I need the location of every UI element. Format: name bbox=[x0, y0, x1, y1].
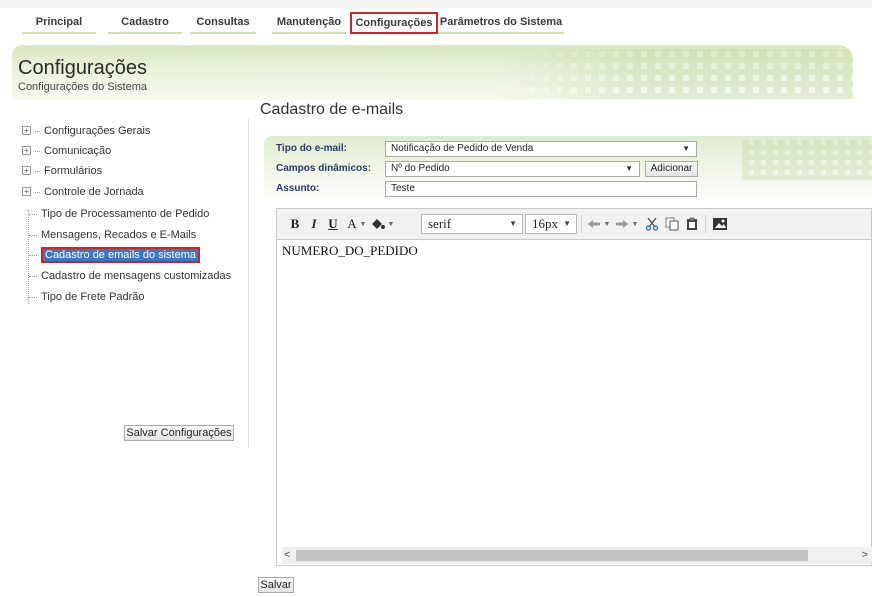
font-family-value: serif bbox=[428, 216, 452, 231]
font-size-value: 16px bbox=[532, 216, 558, 231]
chevron-down-icon: ▼ bbox=[509, 219, 517, 228]
sidebar-item-label: Cadastro de emails do sistema bbox=[41, 247, 201, 263]
sidebar-tree: Configurações Gerais Comunicação Formulá… bbox=[22, 118, 250, 458]
tab-cadastro[interactable]: Cadastro bbox=[108, 12, 182, 34]
redo-icon[interactable] bbox=[613, 215, 631, 233]
scrollbar-thumb[interactable] bbox=[296, 550, 808, 561]
expand-icon[interactable] bbox=[22, 125, 31, 135]
font-size-select[interactable]: 16px ▼ bbox=[525, 214, 577, 234]
subject-input[interactable]: Teste bbox=[385, 181, 697, 197]
page-title: Configurações bbox=[18, 57, 147, 79]
highlight-color-icon[interactable] bbox=[369, 215, 387, 233]
expand-icon[interactable] bbox=[22, 165, 31, 175]
sidebar-item-label: Tipo de Processamento de Pedido bbox=[41, 208, 210, 220]
section-title: Cadastro de e-mails bbox=[260, 101, 404, 118]
dynamic-fields-select[interactable]: Nº do Pedido ▼ bbox=[385, 161, 640, 177]
sidebar-item-controle-de-jornada[interactable]: Controle de Jornada bbox=[22, 183, 144, 201]
scroll-right-icon[interactable]: > bbox=[862, 547, 868, 564]
panel-pattern bbox=[742, 140, 872, 180]
chevron-down-icon: ▼ bbox=[563, 219, 571, 228]
sidebar-item-label: Tipo de Frete Padrão bbox=[41, 291, 145, 303]
underline-button[interactable]: U bbox=[325, 214, 341, 234]
sidebar-item-label: Formulários bbox=[44, 165, 103, 177]
email-type-select[interactable]: Notificação de Pedido de Venda ▼ bbox=[385, 141, 697, 157]
add-field-button[interactable]: Adicionar bbox=[645, 161, 698, 177]
font-color-button[interactable]: A bbox=[345, 214, 359, 234]
tab-configuracoes[interactable]: Configurações bbox=[350, 12, 438, 34]
editor-horizontal-scrollbar[interactable]: < > bbox=[282, 547, 872, 564]
sidebar-item-label: Controle de Jornada bbox=[44, 186, 144, 198]
font-color-dropdown-icon[interactable]: ▼ bbox=[359, 214, 367, 234]
sidebar-item-label: Cadastro de mensagens customizadas bbox=[41, 270, 232, 282]
sidebar-item-tipo-de-frete[interactable]: Tipo de Frete Padrão bbox=[29, 288, 145, 306]
italic-button[interactable]: I bbox=[307, 214, 321, 234]
sidebar-item-label: Comunicação bbox=[44, 145, 112, 157]
sidebar-item-label: Configurações Gerais bbox=[44, 125, 151, 137]
sidebar-item-cadastro-de-mensagens[interactable]: Cadastro de mensagens customizadas bbox=[29, 267, 231, 285]
sidebar-item-formularios[interactable]: Formulários bbox=[22, 162, 102, 180]
sidebar-item-configuracoes-gerais[interactable]: Configurações Gerais bbox=[22, 122, 150, 140]
sidebar-item-comunicacao[interactable]: Comunicação bbox=[22, 142, 111, 160]
tab-consultas[interactable]: Consultas bbox=[190, 12, 256, 34]
font-family-select[interactable]: serif ▼ bbox=[421, 214, 523, 234]
dynamic-fields-label: Campos dinâmicos: bbox=[276, 163, 372, 174]
bold-button[interactable]: B bbox=[287, 214, 303, 234]
undo-icon[interactable] bbox=[585, 215, 603, 233]
redo-dropdown-icon[interactable]: ▼ bbox=[631, 214, 639, 234]
email-type-value: Notificação de Pedido de Venda bbox=[391, 143, 534, 154]
undo-dropdown-icon[interactable]: ▼ bbox=[603, 214, 611, 234]
expand-icon[interactable] bbox=[22, 145, 31, 155]
toolbar-separator bbox=[581, 215, 582, 233]
sidebar-item-mensagens-recados[interactable]: Mensagens, Recados e E-Mails bbox=[29, 226, 196, 244]
expand-icon[interactable] bbox=[22, 186, 31, 196]
email-type-label: Tipo do e-mail: bbox=[276, 143, 347, 154]
save-button[interactable]: Salvar bbox=[258, 577, 294, 593]
editor-toolbar: B I U A ▼ ▼ serif ▼ 16px ▼ ▼ ▼ bbox=[276, 208, 872, 240]
cut-icon[interactable] bbox=[643, 215, 661, 233]
scroll-left-icon[interactable]: < bbox=[284, 547, 290, 564]
page-subtitle: Configurações do Sistema bbox=[18, 81, 148, 93]
insert-image-icon[interactable] bbox=[711, 215, 729, 233]
dynamic-fields-value: Nº do Pedido bbox=[391, 163, 450, 174]
rich-text-editor[interactable] bbox=[276, 208, 872, 566]
chevron-down-icon: ▼ bbox=[625, 164, 633, 173]
editor-content[interactable]: NUMERO_DO_PEDIDO bbox=[282, 243, 418, 259]
sidebar-item-tipo-de-processamento[interactable]: Tipo de Processamento de Pedido bbox=[29, 205, 209, 223]
copy-icon[interactable] bbox=[663, 215, 681, 233]
tab-parametros-do-sistema[interactable]: Parâmetros do Sistema bbox=[438, 12, 564, 34]
save-settings-button[interactable]: Salvar Configurações bbox=[124, 425, 234, 441]
highlight-dropdown-icon[interactable]: ▼ bbox=[387, 214, 395, 234]
tab-principal[interactable]: Principal bbox=[22, 12, 96, 34]
banner-pattern bbox=[493, 49, 853, 99]
chevron-down-icon: ▼ bbox=[682, 144, 690, 153]
subject-label: Assunto: bbox=[276, 183, 320, 194]
tab-manutencao[interactable]: Manutenção bbox=[272, 12, 346, 34]
sidebar-item-cadastro-de-emails[interactable]: Cadastro de emails do sistema bbox=[29, 246, 201, 264]
paste-icon[interactable] bbox=[683, 215, 701, 233]
top-band bbox=[0, 0, 872, 8]
sidebar-item-label: Mensagens, Recados e E-Mails bbox=[41, 229, 197, 241]
toolbar-separator bbox=[705, 215, 706, 233]
